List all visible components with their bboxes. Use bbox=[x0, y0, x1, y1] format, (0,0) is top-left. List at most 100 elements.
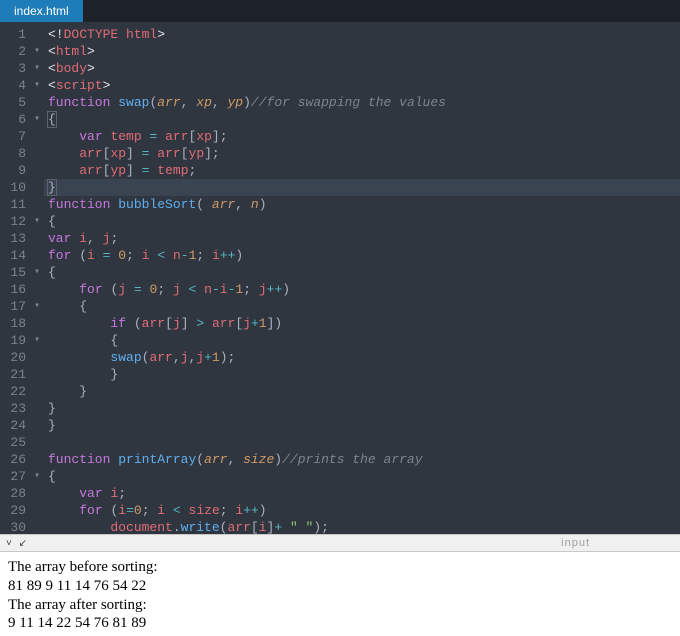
fold-column: ▾▾▾ ▾ ▾ ▾ ▾ ▾ ▾ bbox=[34, 22, 44, 534]
output-line: 9 11 14 22 54 76 81 89 bbox=[8, 614, 672, 633]
fold-spacer bbox=[34, 519, 40, 534]
line-number: 24 bbox=[6, 417, 26, 434]
line-number: 10 bbox=[6, 179, 26, 196]
code-line[interactable]: var temp = arr[xp]; bbox=[48, 128, 680, 145]
fold-toggle-icon[interactable]: ▾ bbox=[34, 264, 40, 281]
fold-spacer bbox=[34, 281, 40, 298]
fold-spacer bbox=[34, 434, 40, 451]
code-line[interactable]: { bbox=[48, 468, 680, 485]
fold-toggle-icon[interactable]: ▾ bbox=[34, 77, 40, 94]
code-line[interactable]: function printArray(arr, size)//prints t… bbox=[48, 451, 680, 468]
fold-spacer bbox=[34, 94, 40, 111]
code-line[interactable]: { bbox=[48, 264, 680, 281]
code-line[interactable]: <!DOCTYPE html> bbox=[48, 26, 680, 43]
line-number: 17 bbox=[6, 298, 26, 315]
line-number: 2 bbox=[6, 43, 26, 60]
code-line[interactable]: { bbox=[48, 111, 680, 128]
code-line[interactable]: for (i = 0; i < n-1; i++) bbox=[48, 247, 680, 264]
line-number: 5 bbox=[6, 94, 26, 111]
line-number-gutter: 1234567891011121314151617181920212223242… bbox=[0, 22, 34, 534]
line-number: 26 bbox=[6, 451, 26, 468]
fold-spacer bbox=[34, 502, 40, 519]
fold-spacer bbox=[34, 349, 40, 366]
input-panel-label: input bbox=[561, 537, 590, 549]
fold-spacer bbox=[34, 179, 40, 196]
code-line[interactable]: <script> bbox=[48, 77, 680, 94]
code-line[interactable]: for (i=0; i < size; i++) bbox=[48, 502, 680, 519]
fold-spacer bbox=[34, 162, 40, 179]
fold-toggle-icon[interactable]: ▾ bbox=[34, 468, 40, 485]
line-number: 7 bbox=[6, 128, 26, 145]
line-number: 6 bbox=[6, 111, 26, 128]
code-line[interactable]: swap(arr,j,j+1); bbox=[48, 349, 680, 366]
line-number: 15 bbox=[6, 264, 26, 281]
code-line[interactable]: for (j = 0; j < n-i-1; j++) bbox=[48, 281, 680, 298]
code-line[interactable]: { bbox=[48, 298, 680, 315]
code-line[interactable]: } bbox=[48, 366, 680, 383]
code-line[interactable]: function bubbleSort( arr, n) bbox=[48, 196, 680, 213]
line-number: 3 bbox=[6, 60, 26, 77]
line-number: 8 bbox=[6, 145, 26, 162]
line-number: 23 bbox=[6, 400, 26, 417]
fold-spacer bbox=[34, 400, 40, 417]
line-number: 25 bbox=[6, 434, 26, 451]
fold-toggle-icon[interactable]: ▾ bbox=[34, 213, 40, 230]
fold-spacer bbox=[34, 417, 40, 434]
fold-spacer bbox=[34, 230, 40, 247]
code-line[interactable]: if (arr[j] > arr[j+1]) bbox=[48, 315, 680, 332]
code-line[interactable]: document.write(arr[i]+ " "); bbox=[48, 519, 680, 534]
line-number: 9 bbox=[6, 162, 26, 179]
line-number: 19 bbox=[6, 332, 26, 349]
line-number: 16 bbox=[6, 281, 26, 298]
line-number: 27 bbox=[6, 468, 26, 485]
tab-bar: index.html bbox=[0, 0, 680, 22]
fold-toggle-icon[interactable]: ▾ bbox=[34, 332, 40, 349]
code-line[interactable]: function swap(arr, xp, yp)//for swapping… bbox=[48, 94, 680, 111]
fold-toggle-icon[interactable]: ▾ bbox=[34, 298, 40, 315]
line-number: 4 bbox=[6, 77, 26, 94]
line-number: 18 bbox=[6, 315, 26, 332]
fold-toggle-icon[interactable]: ▾ bbox=[34, 111, 40, 128]
fold-toggle-icon[interactable]: ▾ bbox=[34, 43, 40, 60]
line-number: 20 bbox=[6, 349, 26, 366]
tab-index-html[interactable]: index.html bbox=[0, 0, 83, 22]
code-line[interactable]: arr[xp] = arr[yp]; bbox=[48, 145, 680, 162]
fold-spacer bbox=[34, 247, 40, 264]
line-number: 1 bbox=[6, 26, 26, 43]
output-line: The array after sorting: bbox=[8, 596, 672, 615]
code-line[interactable]: var i, j; bbox=[48, 230, 680, 247]
line-number: 21 bbox=[6, 366, 26, 383]
fold-spacer bbox=[34, 196, 40, 213]
code-editor: index.html 12345678910111213141516171819… bbox=[0, 0, 680, 534]
line-number: 13 bbox=[6, 230, 26, 247]
line-number: 22 bbox=[6, 383, 26, 400]
fold-spacer bbox=[34, 485, 40, 502]
code-line[interactable]: arr[yp] = temp; bbox=[48, 162, 680, 179]
code-area[interactable]: 1234567891011121314151617181920212223242… bbox=[0, 22, 680, 534]
chevron-down-icon[interactable]: ˅ ↙ bbox=[6, 538, 29, 549]
code-line[interactable]: } bbox=[48, 400, 680, 417]
code-content[interactable]: <!DOCTYPE html><html><body><script>funct… bbox=[44, 22, 680, 534]
fold-toggle-icon[interactable]: ▾ bbox=[34, 60, 40, 77]
fold-spacer bbox=[34, 128, 40, 145]
code-line[interactable]: } bbox=[48, 383, 680, 400]
fold-spacer bbox=[34, 315, 40, 332]
fold-spacer bbox=[34, 26, 40, 43]
code-line[interactable]: <body> bbox=[48, 60, 680, 77]
fold-spacer bbox=[34, 366, 40, 383]
panel-divider[interactable]: ˅ ↙ input bbox=[0, 534, 680, 552]
line-number: 29 bbox=[6, 502, 26, 519]
fold-spacer bbox=[34, 145, 40, 162]
code-line[interactable]: } bbox=[48, 417, 680, 434]
line-number: 30 bbox=[6, 519, 26, 534]
output-line: 81 89 9 11 14 76 54 22 bbox=[8, 577, 672, 596]
line-number: 11 bbox=[6, 196, 26, 213]
code-line[interactable]: { bbox=[48, 213, 680, 230]
fold-spacer bbox=[34, 451, 40, 468]
code-line[interactable]: { bbox=[48, 332, 680, 349]
code-line[interactable] bbox=[48, 434, 680, 451]
code-line[interactable]: <html> bbox=[48, 43, 680, 60]
line-number: 14 bbox=[6, 247, 26, 264]
fold-spacer bbox=[34, 383, 40, 400]
code-line[interactable]: var i; bbox=[48, 485, 680, 502]
